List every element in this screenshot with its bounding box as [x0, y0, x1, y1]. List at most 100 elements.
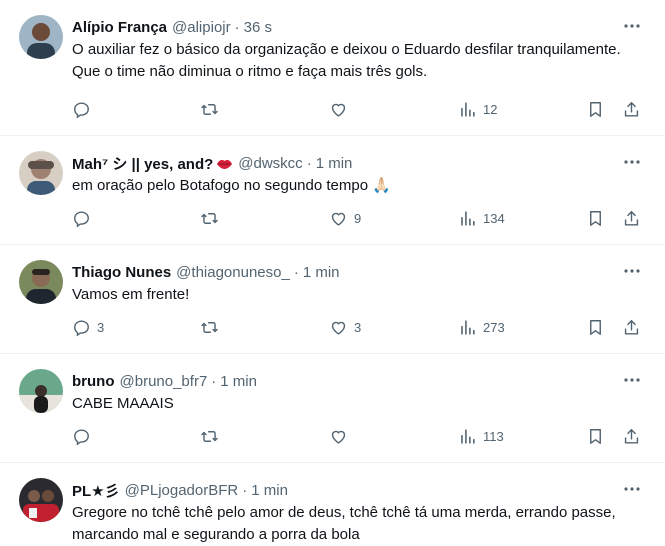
timestamp[interactable]: 1 min: [220, 373, 257, 390]
author-handle[interactable]: @dwskcc: [238, 155, 302, 172]
share-icon: [624, 429, 639, 444]
reply-icon: [74, 429, 89, 446]
avatar[interactable]: [19, 260, 63, 304]
reply-count: 3: [97, 320, 105, 335]
avatar[interactable]: [19, 151, 63, 195]
tweet-header: Mah⁷ シ || yes, and? @dwskcc · 1 min: [72, 136, 649, 173]
share-icon: [624, 211, 639, 226]
separator-dot: ·: [306, 154, 312, 172]
like-button[interactable]: [329, 427, 354, 446]
retweet-button[interactable]: [200, 318, 225, 337]
author-name[interactable]: Alípio França: [72, 19, 167, 36]
like-button[interactable]: [329, 100, 354, 119]
more-options-icon[interactable]: [621, 263, 643, 279]
avatar[interactable]: [19, 15, 63, 59]
author-name[interactable]: PL★彡: [72, 480, 120, 501]
tweet-text: Vamos em frente!: [72, 286, 190, 303]
reply-button[interactable]: [72, 209, 97, 228]
tweet-actions: 3 3 273: [72, 318, 645, 342]
timeline-feed: Alípio França @alipiojr · 36 s O auxilia…: [0, 0, 665, 546]
reply-icon: [74, 320, 89, 337]
tweet-actions: 9 134: [72, 209, 645, 233]
more-options-icon[interactable]: [621, 18, 643, 34]
like-button[interactable]: 9: [329, 209, 361, 228]
reply-icon: [74, 211, 89, 228]
separator-dot: ·: [293, 263, 299, 281]
author-name[interactable]: Mah⁷ シ || yes, and?: [72, 153, 213, 174]
timestamp[interactable]: 1 min: [303, 264, 340, 281]
tweet[interactable]: bruno @bruno_bfr7 · 1 min CABE MAAAIS 11…: [0, 354, 665, 463]
bookmark-icon: [590, 320, 601, 335]
more-options-icon[interactable]: [621, 154, 643, 170]
tweet[interactable]: Alípio França @alipiojr · 36 s O auxilia…: [0, 0, 665, 136]
timestamp[interactable]: 36 s: [244, 19, 272, 36]
more-options-icon[interactable]: [621, 372, 643, 388]
bookmark-button[interactable]: [586, 209, 605, 228]
share-button[interactable]: [622, 209, 641, 228]
reply-icon: [74, 102, 89, 119]
reply-button[interactable]: [72, 427, 97, 446]
author-handle[interactable]: @PLjogadorBFR: [125, 482, 239, 499]
avatar[interactable]: [19, 478, 63, 522]
reply-button[interactable]: 3: [72, 318, 104, 337]
heart-icon: [331, 103, 346, 117]
tweet-text: Gregore no tchê tchê pelo amor de deus, …: [72, 504, 616, 543]
timestamp[interactable]: 1 min: [251, 482, 288, 499]
author-name[interactable]: Thiago Nunes: [72, 264, 171, 281]
author-name[interactable]: bruno: [72, 373, 115, 390]
tweet-header: Thiago Nunes @thiagonuneso_ · 1 min: [72, 245, 649, 282]
more-options-icon[interactable]: [621, 481, 643, 497]
share-button[interactable]: [622, 427, 641, 446]
separator-dot: ·: [234, 18, 240, 36]
view-count: 273: [483, 320, 505, 335]
retweet-icon: [201, 213, 218, 224]
bookmark-icon: [590, 429, 601, 444]
retweet-button[interactable]: [200, 427, 225, 446]
retweet-icon: [201, 104, 218, 115]
views-button[interactable]: 273: [458, 318, 505, 337]
tweet-text: em oração pelo Botafogo no segundo tempo…: [72, 177, 391, 194]
tweet-header: bruno @bruno_bfr7 · 1 min: [72, 354, 649, 391]
tweet-header: PL★彡 @PLjogadorBFR · 1 min: [72, 463, 649, 500]
tweet-text: CABE MAAAIS: [72, 395, 174, 412]
heart-icon: [331, 321, 346, 335]
view-count: 12: [483, 102, 498, 117]
share-button[interactable]: [622, 318, 641, 337]
view-count: 113: [483, 429, 504, 444]
heart-icon: [331, 212, 346, 226]
like-button[interactable]: 3: [329, 318, 361, 337]
tweet-actions: 12: [72, 100, 645, 124]
author-handle[interactable]: @bruno_bfr7: [120, 373, 208, 390]
timestamp[interactable]: 1 min: [316, 155, 353, 172]
heart-icon: [331, 430, 346, 444]
bookmark-button[interactable]: [586, 100, 605, 119]
view-count: 134: [483, 211, 505, 226]
tweet[interactable]: Thiago Nunes @thiagonuneso_ · 1 min Vamo…: [0, 245, 665, 354]
views-button[interactable]: 134: [458, 209, 505, 228]
bookmark-icon: [590, 102, 601, 117]
tweet-header: Alípio França @alipiojr · 36 s: [72, 0, 649, 37]
retweet-icon: [201, 431, 218, 442]
avatar[interactable]: [19, 369, 63, 413]
bookmark-button[interactable]: [586, 318, 605, 337]
tweet[interactable]: Mah⁷ シ || yes, and? @dwskcc · 1 min em o…: [0, 136, 665, 245]
share-icon: [624, 320, 639, 335]
tweet[interactable]: PL★彡 @PLjogadorBFR · 1 min Gregore no tc…: [0, 463, 665, 546]
retweet-button[interactable]: [200, 100, 225, 119]
retweet-button[interactable]: [200, 209, 225, 228]
like-count: 9: [354, 211, 362, 226]
share-button[interactable]: [622, 100, 641, 119]
views-icon: [461, 320, 475, 335]
bookmark-icon: [590, 211, 601, 226]
views-button[interactable]: 12: [458, 100, 497, 119]
like-count: 3: [354, 320, 362, 335]
tweet-actions: 113: [72, 427, 645, 451]
author-handle[interactable]: @alipiojr: [172, 19, 231, 36]
bookmark-button[interactable]: [586, 427, 605, 446]
lips-icon: [216, 157, 233, 169]
reply-button[interactable]: [72, 100, 97, 119]
views-icon: [461, 429, 475, 444]
views-button[interactable]: 113: [458, 427, 504, 446]
author-handle[interactable]: @thiagonuneso_: [176, 264, 290, 281]
views-icon: [461, 102, 475, 117]
